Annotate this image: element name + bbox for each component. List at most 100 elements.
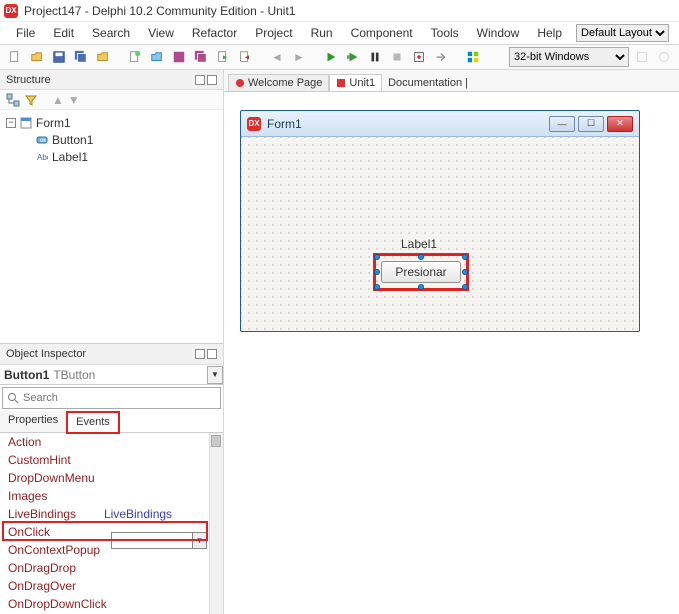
pin-icon[interactable] [195, 75, 205, 85]
tab-welcome[interactable]: Welcome Page [228, 74, 329, 91]
form-client-area[interactable]: Label1 Presionar [241, 137, 639, 331]
stop-icon[interactable] [388, 48, 406, 66]
resize-handle[interactable] [374, 284, 380, 290]
tab-events[interactable]: Events [67, 412, 119, 433]
menu-tools[interactable]: Tools [427, 24, 463, 42]
event-row: Action [0, 433, 223, 451]
toolbar-save-icon[interactable] [50, 48, 68, 66]
document-tabs: Welcome Page Unit1 Documentation | [224, 70, 679, 92]
design-form[interactable]: DX Form1 — ☐ ✕ Label1 Presionar [240, 110, 640, 332]
expander-icon[interactable]: − [6, 118, 16, 128]
form-designer[interactable]: DX Form1 — ☐ ✕ Label1 Presionar [224, 92, 679, 614]
tree-label1[interactable]: Abc Label1 [6, 148, 217, 165]
menu-project[interactable]: Project [251, 24, 296, 42]
toolbar-saveall-icon[interactable] [72, 48, 90, 66]
event-row: DropDownMenu [0, 469, 223, 487]
resize-handle[interactable] [374, 269, 380, 275]
window-titlebar: DX Project147 - Delphi 10.2 Community Ed… [0, 0, 679, 22]
platform-icon [464, 48, 482, 66]
oi-events-list[interactable]: Action CustomHint DropDownMenu Images Li… [0, 433, 223, 614]
onclick-value-input[interactable]: ▼ [111, 532, 207, 549]
menu-run[interactable]: Run [307, 24, 337, 42]
pause-icon[interactable] [366, 48, 384, 66]
structure-tree[interactable]: − Form1 ok Button1 Abc Label1 [0, 110, 223, 344]
minimize-icon[interactable]: — [549, 116, 575, 132]
unit-tab-icon [336, 78, 346, 88]
design-button1-wrap[interactable]: Presionar [377, 257, 465, 287]
menu-window[interactable]: Window [473, 24, 524, 42]
toolbar-open-icon[interactable] [28, 48, 46, 66]
struct-up-icon[interactable]: ▲ [52, 93, 64, 107]
toolbar-extra1-icon[interactable] [633, 48, 651, 66]
event-row: LiveBindingsLiveBindings [0, 505, 223, 523]
structure-header: Structure [0, 70, 223, 90]
oi-search-input[interactable] [23, 392, 216, 404]
close-icon[interactable]: ✕ [607, 116, 633, 132]
tree-root[interactable]: − Form1 [6, 114, 217, 131]
event-row: OnDragOver [0, 577, 223, 595]
menu-edit[interactable]: Edit [49, 24, 78, 42]
resize-handle[interactable] [462, 284, 468, 290]
struct-tree-icon[interactable] [6, 93, 20, 107]
resize-handle[interactable] [418, 254, 424, 260]
form-app-icon: DX [247, 117, 261, 131]
toolbar-disks-icon[interactable] [192, 48, 210, 66]
toolbar-fwd-icon[interactable]: ► [290, 48, 308, 66]
menu-view[interactable]: View [144, 24, 178, 42]
toolbar-newitems-icon[interactable] [126, 48, 144, 66]
oi-component-selector[interactable]: Button1 TButton ▼ [0, 365, 223, 385]
struct-down-icon[interactable]: ▼ [68, 93, 80, 107]
toolbar-folder-icon[interactable] [148, 48, 166, 66]
resize-handle[interactable] [462, 254, 468, 260]
search-icon [7, 392, 19, 404]
event-row: OnDropDownClick [0, 595, 223, 613]
oi-tabs: Properties Events [0, 411, 223, 433]
resize-handle[interactable] [418, 284, 424, 290]
toolbar-addfile-icon[interactable]: ▸ [214, 48, 232, 66]
step-icon[interactable] [432, 48, 450, 66]
menu-component[interactable]: Component [347, 24, 417, 42]
maximize-icon[interactable]: ☐ [578, 116, 604, 132]
events-scrollbar[interactable] [209, 433, 223, 614]
menu-help[interactable]: Help [533, 24, 566, 42]
oi-pin-icon[interactable] [195, 349, 205, 359]
toolbar-extra2-icon[interactable] [655, 48, 673, 66]
menu-file[interactable]: File [12, 24, 39, 42]
onclick-dropdown-icon[interactable]: ▼ [192, 533, 206, 548]
svg-text:ok: ok [40, 138, 47, 144]
menu-search[interactable]: Search [88, 24, 134, 42]
svg-text:Abc: Abc [37, 153, 48, 162]
svg-text:◂: ◂ [245, 53, 249, 62]
run-icon[interactable] [322, 48, 340, 66]
resize-handle[interactable] [374, 254, 380, 260]
event-row: OnClick ▼ [0, 523, 223, 541]
tree-button1[interactable]: ok Button1 [6, 131, 217, 148]
event-row: Images [0, 487, 223, 505]
object-inspector-header: Object Inspector [0, 344, 223, 365]
event-row: OnDragDrop [0, 559, 223, 577]
tab-documentation[interactable]: Documentation | [382, 75, 474, 91]
oi-close-icon[interactable] [207, 349, 217, 359]
menu-refactor[interactable]: Refactor [188, 24, 241, 42]
resize-handle[interactable] [462, 269, 468, 275]
svg-text:▸: ▸ [223, 53, 227, 62]
toolbar-openproj-icon[interactable] [94, 48, 112, 66]
layout-selector[interactable]: Default Layout [576, 24, 669, 42]
structure-toolbar: ▲ ▼ [0, 90, 223, 110]
toolbar-removefile-icon[interactable]: ◂ [236, 48, 254, 66]
struct-filter-icon[interactable] [24, 93, 38, 107]
toolbar-back-icon[interactable]: ◄ [268, 48, 286, 66]
run-nodebug-icon[interactable] [344, 48, 362, 66]
toolbar-disk-icon[interactable] [170, 48, 188, 66]
scrollbar-thumb[interactable] [211, 435, 221, 447]
trace-icon[interactable] [410, 48, 428, 66]
tab-unit1[interactable]: Unit1 [329, 74, 382, 91]
design-button1[interactable]: Presionar [381, 261, 461, 283]
oi-search[interactable] [2, 387, 221, 409]
toolbar-new-icon[interactable] [6, 48, 24, 66]
platform-selector[interactable]: 32-bit Windows [509, 47, 629, 67]
design-label1[interactable]: Label1 [401, 237, 437, 251]
oi-dropdown-icon[interactable]: ▼ [207, 366, 223, 384]
tab-properties[interactable]: Properties [0, 411, 67, 432]
close-panel-icon[interactable] [207, 75, 217, 85]
